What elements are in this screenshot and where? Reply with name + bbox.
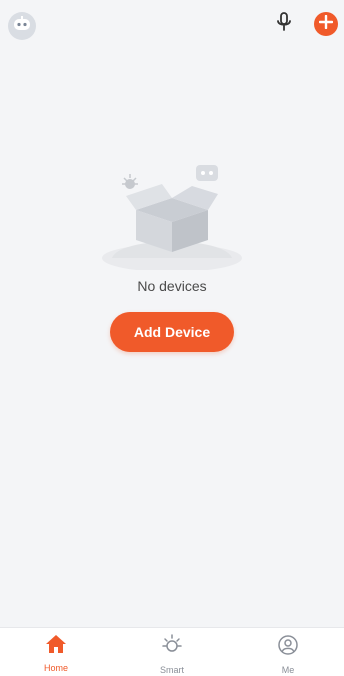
home-screen: No devices Add Device Home Smart Me	[0, 0, 344, 676]
empty-state-message: No devices	[137, 278, 207, 294]
add-button[interactable]	[314, 12, 338, 36]
top-bar	[0, 0, 344, 52]
plus-icon	[318, 14, 334, 34]
microphone-icon	[276, 11, 292, 37]
tab-home[interactable]: Home	[16, 634, 96, 674]
tab-me[interactable]: Me	[248, 634, 328, 675]
tab-smart[interactable]: Smart	[132, 634, 212, 675]
add-device-button[interactable]: Add Device	[110, 312, 234, 352]
home-icon	[45, 634, 67, 659]
user-circle-icon	[277, 634, 299, 661]
avatar[interactable]	[8, 12, 36, 40]
open-box-illustration	[96, 150, 248, 272]
bottom-tab-bar: Home Smart Me	[0, 627, 344, 676]
tab-me-label: Me	[281, 665, 295, 675]
voice-button[interactable]	[272, 11, 296, 37]
tab-home-label: Home	[43, 663, 68, 673]
sun-icon	[161, 634, 183, 661]
tab-smart-label: Smart	[159, 665, 184, 675]
robot-face-icon	[12, 15, 32, 37]
